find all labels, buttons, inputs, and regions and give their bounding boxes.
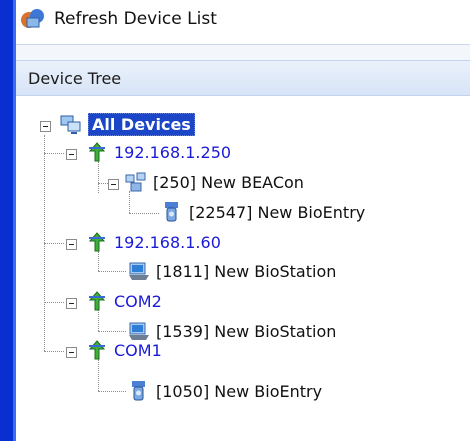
device-tree-header: Device Tree (16, 60, 470, 96)
tree-line (129, 213, 159, 214)
collapse-toggle-host[interactable] (66, 149, 77, 160)
tree-line (129, 191, 130, 213)
collapse-toggle-host[interactable] (66, 347, 77, 358)
tree-line (98, 359, 99, 391)
device-tree: All Devices 192.168.1.250 [250] New BEAC… (16, 95, 470, 441)
beacon-device-icon (125, 172, 146, 192)
collapse-toggle-host[interactable] (66, 298, 77, 309)
tree-node-label: COM2 (114, 291, 162, 311)
bioentry-device-icon (132, 381, 145, 401)
tree-node-host[interactable]: COM1 (86, 338, 162, 362)
tree-node-device[interactable]: [1050] New BioEntry (128, 379, 322, 403)
connection-arrow-icon (88, 340, 106, 360)
tree-line (98, 251, 99, 271)
collapse-toggle-root[interactable] (40, 121, 51, 132)
tree-node-label: COM1 (114, 340, 162, 360)
connection-arrow-icon (88, 291, 106, 311)
panel-gap (16, 45, 470, 60)
tree-node-device[interactable]: [1811] New BioStation (128, 259, 336, 283)
network-computers-icon (60, 115, 81, 134)
tree-node-label: [22547] New BioEntry (189, 202, 366, 222)
tree-node-label: [1539] New BioStation (156, 321, 337, 341)
tree-node-host[interactable]: COM2 (86, 289, 162, 313)
tree-line (98, 161, 99, 193)
refresh-device-list-button[interactable]: Refresh Device List (20, 6, 217, 32)
collapse-toggle-host[interactable] (66, 239, 77, 250)
biostation-device-icon (129, 262, 149, 280)
refresh-device-icon (21, 9, 44, 28)
tree-node-label: [1050] New BioEntry (156, 381, 323, 401)
tree-node-label: 192.168.1.60 (114, 232, 221, 252)
tree-line (44, 153, 64, 154)
tree-node-device[interactable]: [22547] New BioEntry (161, 200, 365, 224)
tree-line (98, 271, 126, 272)
device-tree-title: Device Tree (28, 69, 122, 88)
tree-line (98, 310, 99, 331)
bioentry-device-icon (165, 202, 178, 222)
collapse-toggle-device[interactable] (108, 179, 119, 190)
tree-node-device[interactable]: [250] New BEACon (125, 170, 304, 194)
tree-node-label: All Devices (88, 112, 195, 136)
tree-node-label: 192.168.1.250 (114, 142, 232, 162)
tree-node-host[interactable]: 192.168.1.60 (86, 230, 221, 254)
tree-node-label: [250] New BEACon (153, 172, 304, 192)
connection-arrow-icon (88, 142, 106, 162)
tree-line (44, 302, 64, 303)
refresh-device-list-label: Refresh Device List (54, 9, 217, 29)
tree-node-host[interactable]: 192.168.1.250 (86, 140, 231, 164)
tree-node-all-devices[interactable]: All Devices (60, 112, 195, 136)
tree-line (98, 391, 126, 392)
tree-node-label: [1811] New BioStation (156, 261, 337, 281)
tree-line (44, 243, 64, 244)
tree-line (44, 351, 64, 352)
window-left-border (0, 0, 13, 441)
tree-line (98, 331, 126, 332)
connection-arrow-icon (88, 232, 106, 252)
